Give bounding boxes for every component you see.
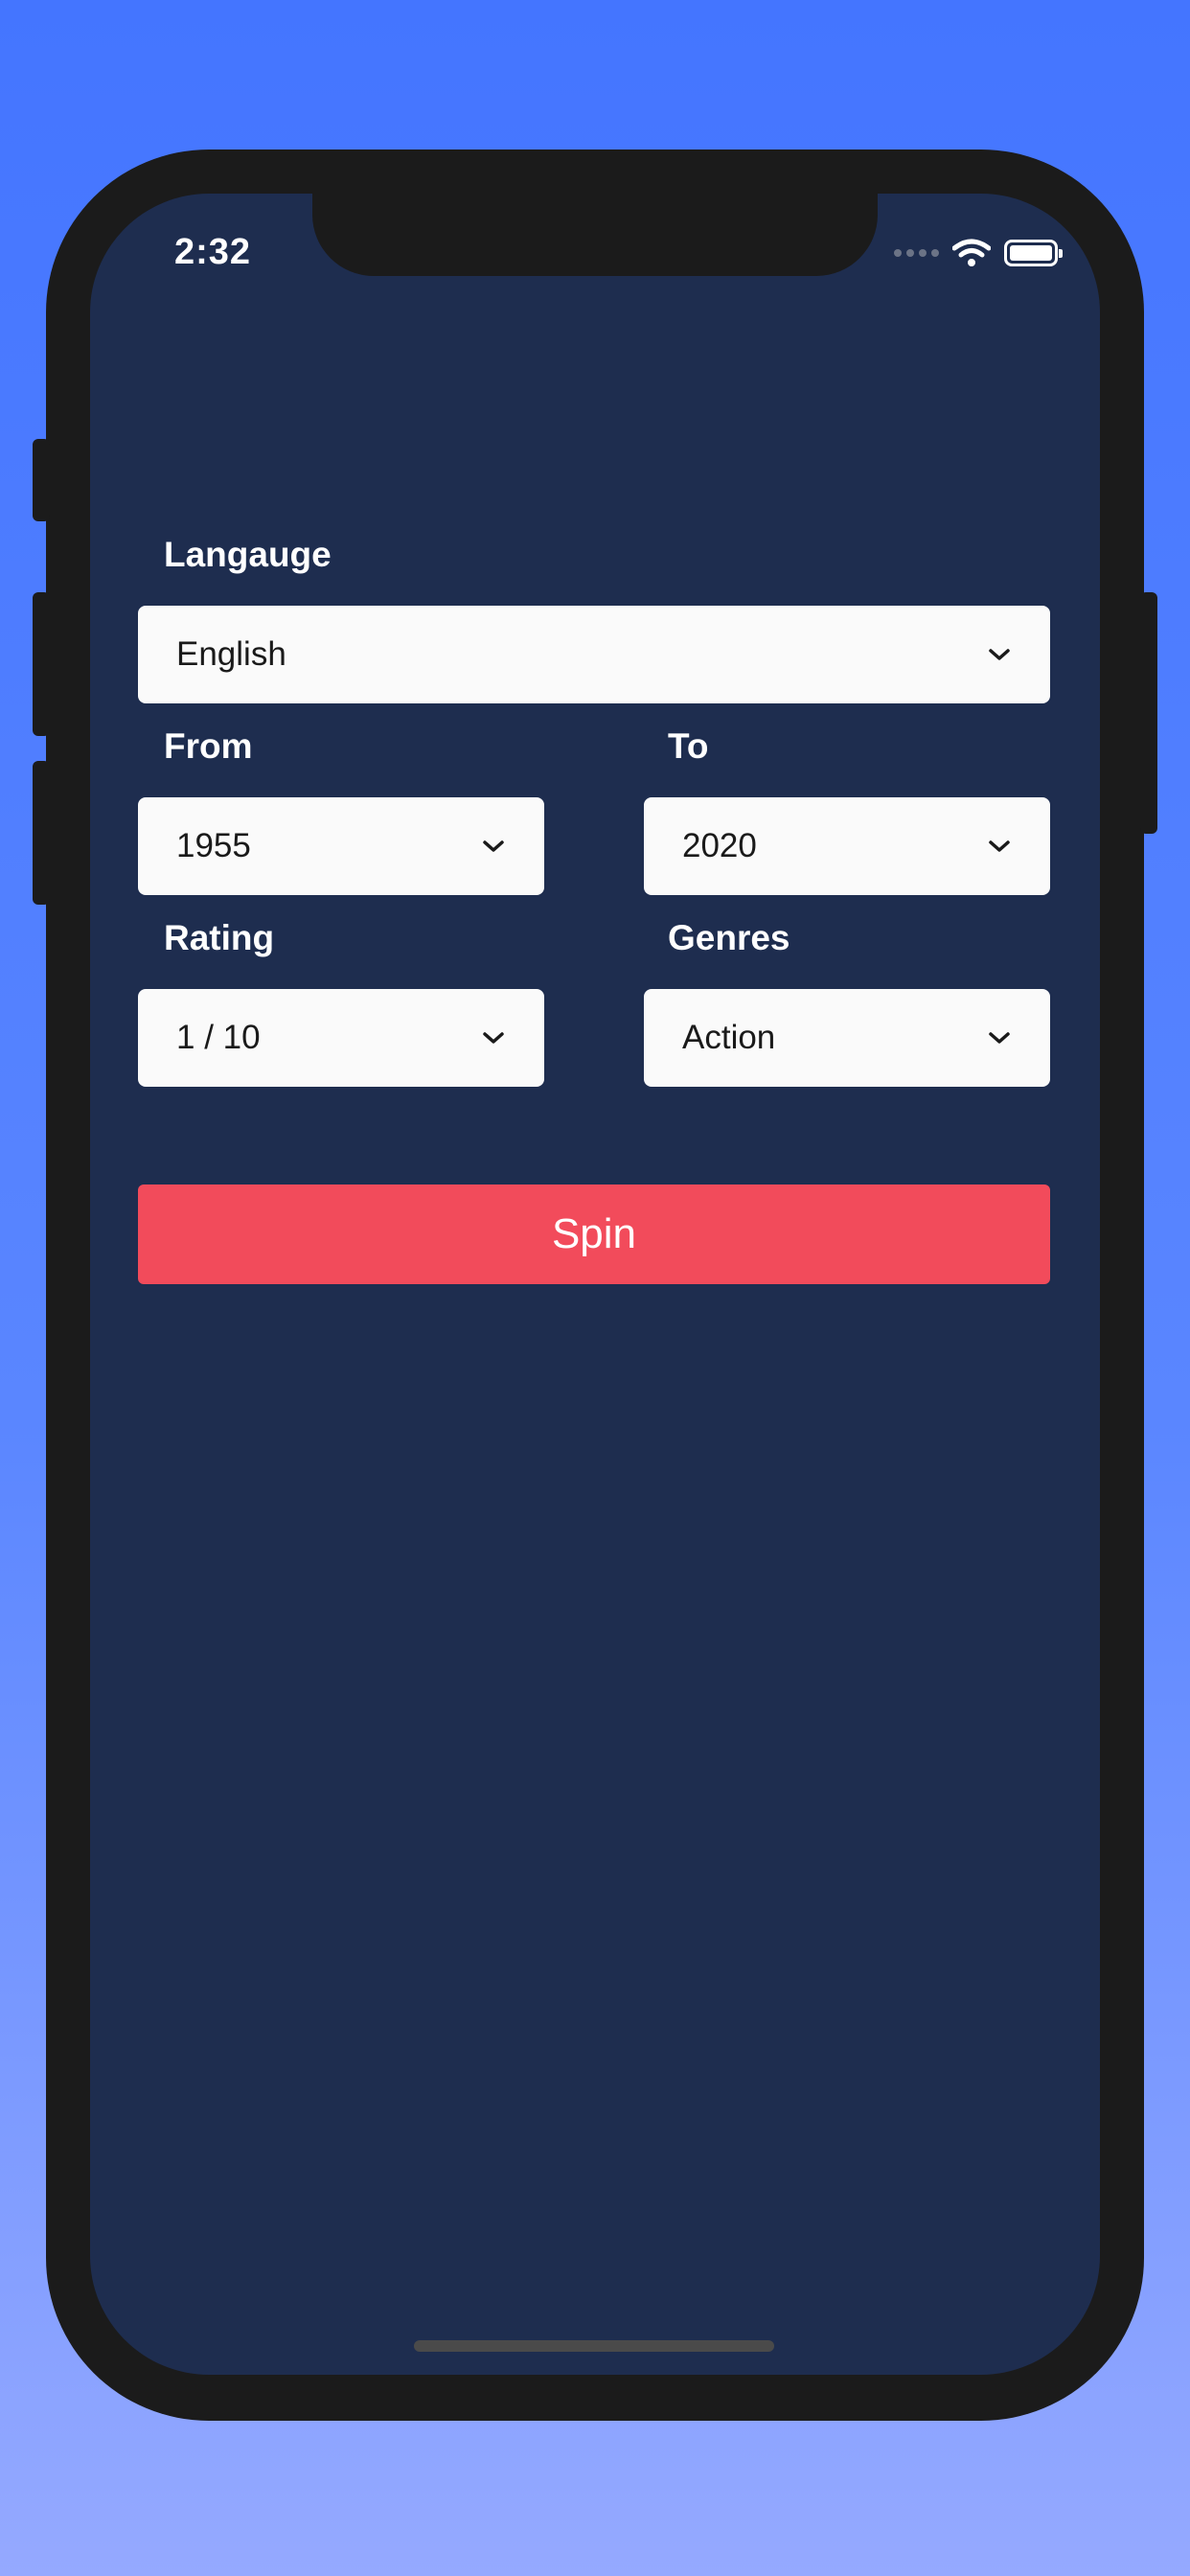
cellular-signal-icon	[894, 249, 939, 257]
power-button	[1140, 592, 1157, 834]
from-label: From	[164, 726, 253, 766]
chevron-down-icon	[989, 649, 1010, 660]
home-indicator[interactable]	[414, 2340, 774, 2352]
from-year-select[interactable]: 1955	[138, 797, 544, 895]
to-label: To	[668, 726, 709, 766]
genres-select[interactable]: Action	[644, 989, 1050, 1087]
to-year-value: 2020	[682, 827, 757, 864]
volume-down-button	[33, 761, 50, 905]
spin-button[interactable]: Spin	[138, 1184, 1050, 1284]
chevron-down-icon	[483, 1032, 504, 1044]
language-label: Langauge	[164, 535, 332, 574]
genres-value: Action	[682, 1019, 776, 1056]
app-screen: 2:32 Langauge English From To 1955 2020	[90, 194, 1100, 2375]
wifi-icon	[952, 239, 991, 266]
chevron-down-icon	[483, 840, 504, 852]
volume-up-button	[33, 592, 50, 736]
status-time: 2:32	[174, 232, 252, 272]
rating-label: Rating	[164, 918, 275, 957]
status-icons	[894, 238, 1063, 268]
mute-switch	[33, 439, 50, 521]
language-value: English	[176, 635, 286, 673]
device-notch	[312, 194, 878, 276]
battery-icon	[1004, 240, 1063, 266]
rating-value: 1 / 10	[176, 1019, 261, 1056]
chevron-down-icon	[989, 840, 1010, 852]
rating-select[interactable]: 1 / 10	[138, 989, 544, 1087]
language-select[interactable]: English	[138, 606, 1050, 703]
from-year-value: 1955	[176, 827, 251, 864]
to-year-select[interactable]: 2020	[644, 797, 1050, 895]
genres-label: Genres	[668, 918, 790, 957]
chevron-down-icon	[989, 1032, 1010, 1044]
